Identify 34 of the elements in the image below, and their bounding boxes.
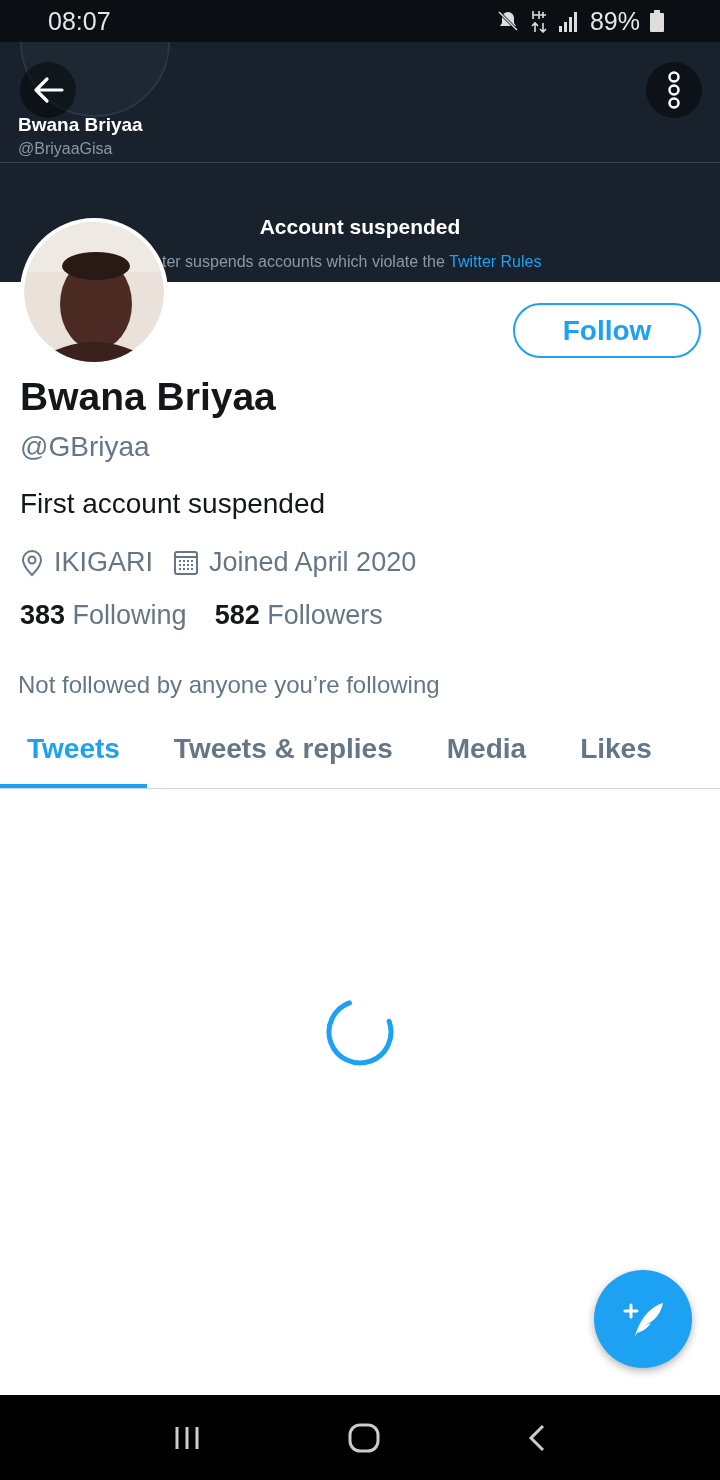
location-pin-icon (20, 548, 44, 577)
banner-handle: @BriyaaGisa (18, 140, 113, 158)
home-icon (348, 1422, 380, 1453)
followed-by-note: Not followed by anyone you’re following (18, 671, 440, 699)
following-count[interactable]: 383 Following (20, 600, 187, 631)
more-button[interactable] (646, 62, 702, 118)
signal-icon (557, 10, 580, 32)
profile-name: Bwana Briyaa (20, 375, 276, 419)
rules-link[interactable]: Twitter Rules (449, 253, 542, 270)
network-icon (529, 9, 548, 33)
recents-icon (173, 1424, 202, 1451)
profile-tab[interactable]: Tweets (0, 733, 147, 788)
back-arrow-icon (32, 76, 64, 104)
profile-handle: @GBriyaa (20, 431, 150, 463)
back-chevron-icon (526, 1422, 547, 1453)
banner-name: Bwana Briyaa (18, 114, 143, 136)
battery-percent: 89% (589, 6, 640, 36)
profile-bio: First account suspended (20, 488, 326, 520)
compose-button[interactable] (594, 1270, 692, 1368)
profile-tab[interactable]: Likes (553, 733, 679, 788)
back-button[interactable] (20, 62, 76, 118)
follow-button[interactable]: Follow (513, 303, 701, 358)
location: IKIGARI (54, 547, 154, 578)
mute-icon (495, 9, 520, 33)
followers-count[interactable]: 582 Followers (214, 600, 383, 631)
more-icon (667, 71, 681, 109)
profile-tab[interactable]: Media (419, 733, 554, 788)
profile-tab[interactable]: Tweets & replies (146, 733, 420, 788)
battery-icon (650, 10, 664, 32)
join-date: Joined April 2020 (209, 547, 417, 578)
status-time: 08:07 (48, 6, 111, 36)
suspended-message: ter suspends accounts which violate the Twitter Rules (161, 253, 542, 271)
suspended-title: Account suspended (259, 215, 461, 239)
calendar-icon (173, 549, 200, 576)
